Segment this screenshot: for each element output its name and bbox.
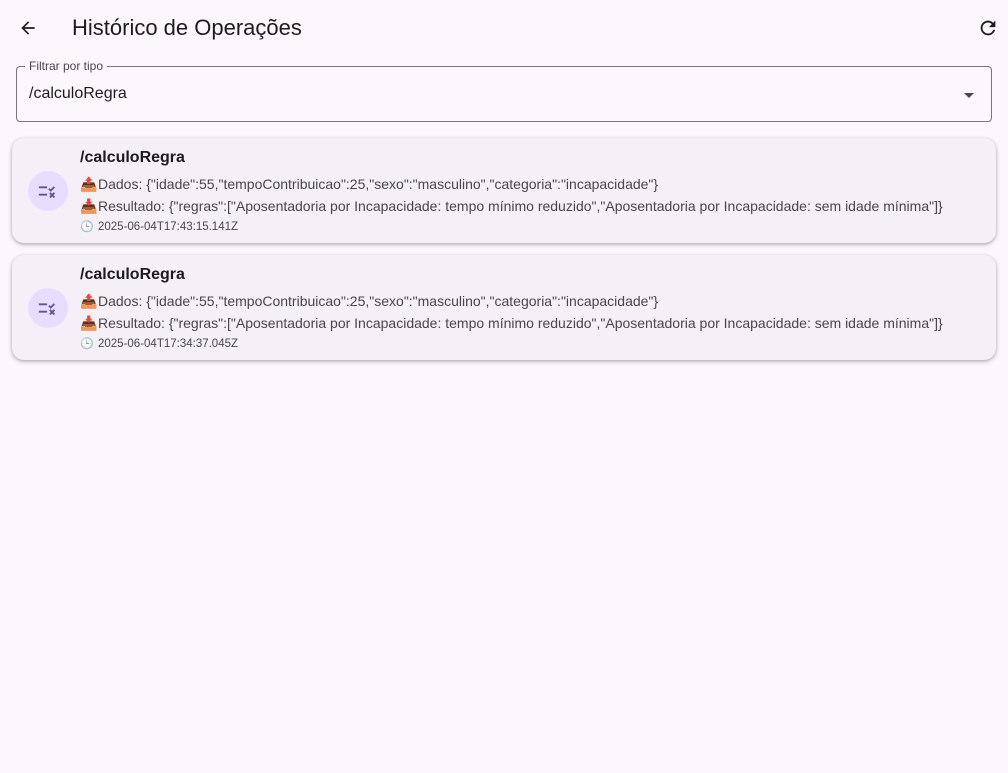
avatar bbox=[28, 288, 68, 328]
rule-check-icon bbox=[38, 186, 56, 199]
rule-check-icon bbox=[38, 303, 56, 316]
refresh-icon bbox=[980, 20, 996, 36]
page-title: Histórico de Operações bbox=[72, 15, 302, 40]
dados-text: Dados: {"idade":55,"tempoContribuicao":2… bbox=[98, 293, 659, 309]
clock-icon: 🕒 bbox=[80, 338, 94, 350]
caret-down-icon bbox=[964, 93, 974, 98]
filter-type-select[interactable]: Filtrar por tipo /calculoRegra bbox=[16, 59, 992, 122]
timestamp-text: 2025-06-04T17:43:15.141Z bbox=[98, 221, 239, 233]
avatar bbox=[28, 171, 68, 211]
dados-text: Dados: {"idade":55,"tempoContribuicao":2… bbox=[98, 176, 659, 192]
operation-dados: 📤Dados: {"idade":55,"tempoContribuicao":… bbox=[80, 175, 658, 193]
resultado-text: Resultado: {"regras":["Aposentadoria por… bbox=[98, 315, 943, 331]
outbox-icon: 📤 bbox=[80, 293, 98, 309]
operation-timestamp: 🕒 2025-06-04T17:34:37.045Z bbox=[80, 337, 238, 351]
operation-title: /calculoRegra bbox=[80, 149, 185, 166]
back-button[interactable] bbox=[12, 12, 44, 44]
operation-resultado: 📥Resultado: {"regras":["Aposentadoria po… bbox=[80, 197, 943, 215]
operation-dados: 📤Dados: {"idade":55,"tempoContribuicao":… bbox=[80, 292, 658, 310]
timestamp-text: 2025-06-04T17:34:37.045Z bbox=[98, 338, 239, 350]
outbox-icon: 📤 bbox=[80, 176, 98, 192]
filter-selected-value: /calculoRegra bbox=[29, 85, 127, 102]
app-bar: Histórico de Operações bbox=[0, 0, 1008, 56]
operation-resultado: 📥Resultado: {"regras":["Aposentadoria po… bbox=[80, 314, 943, 332]
operation-card[interactable]: /calculoRegra 📤Dados: {"idade":55,"tempo… bbox=[12, 255, 996, 360]
inbox-icon: 📥 bbox=[80, 198, 98, 214]
operation-title: /calculoRegra bbox=[80, 266, 185, 283]
operation-card[interactable]: /calculoRegra 📤Dados: {"idade":55,"tempo… bbox=[12, 138, 996, 243]
inbox-icon: 📥 bbox=[80, 315, 98, 331]
filter-label: Filtrar por tipo bbox=[25, 59, 108, 73]
resultado-text: Resultado: {"regras":["Aposentadoria por… bbox=[98, 198, 943, 214]
arrow-left-icon bbox=[21, 21, 35, 35]
refresh-button[interactable] bbox=[972, 12, 1004, 44]
operation-timestamp: 🕒 2025-06-04T17:43:15.141Z bbox=[80, 220, 238, 234]
clock-icon: 🕒 bbox=[80, 221, 94, 233]
